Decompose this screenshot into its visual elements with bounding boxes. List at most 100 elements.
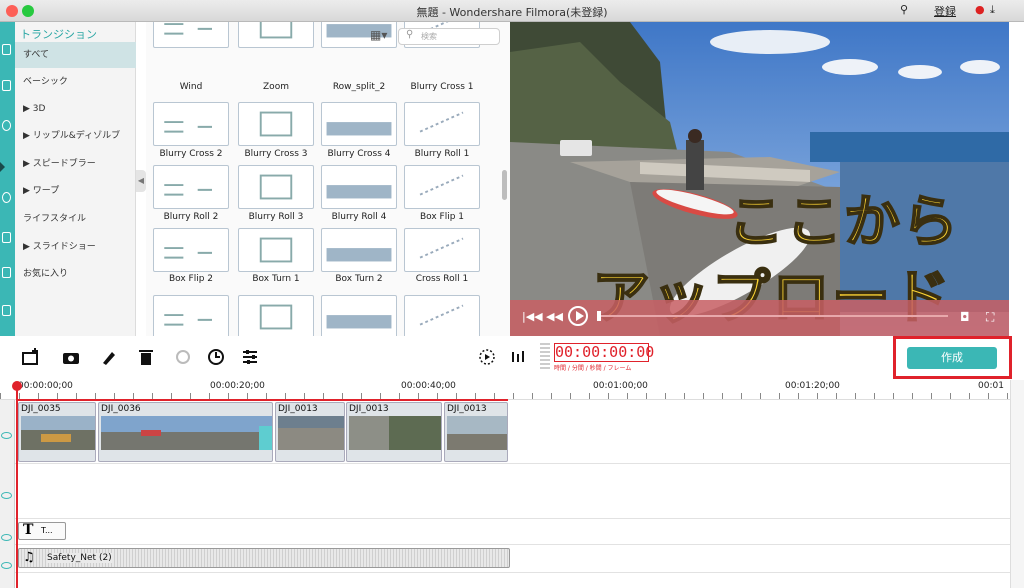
transition-thumbnail[interactable] bbox=[153, 228, 229, 272]
category-lifestyle[interactable]: ライフスタイル bbox=[15, 206, 136, 232]
category-favorites[interactable]: お気に入り bbox=[15, 261, 136, 287]
transition-thumbnail[interactable] bbox=[153, 22, 229, 48]
transition-thumbnail[interactable] bbox=[404, 228, 480, 272]
element-tab-icon[interactable] bbox=[2, 267, 11, 278]
transition-thumbnail[interactable] bbox=[238, 228, 314, 272]
timeline-scrollbar[interactable] bbox=[1010, 380, 1024, 588]
text-track[interactable] bbox=[15, 519, 1010, 545]
render-preview-icon[interactable] bbox=[478, 348, 496, 366]
playhead[interactable] bbox=[16, 383, 18, 588]
transition-label: Row_split_2 bbox=[332, 82, 386, 92]
category-warp[interactable]: ▶ ワープ bbox=[15, 178, 136, 204]
record-icon[interactable] bbox=[62, 348, 80, 366]
category-slideshow[interactable]: ▶ スライドショー bbox=[15, 234, 136, 260]
title-clip[interactable]: T T... bbox=[18, 522, 66, 540]
ruler-label: 00:01 bbox=[978, 381, 1004, 391]
adjust-sliders-icon[interactable] bbox=[241, 348, 259, 366]
playback-head[interactable] bbox=[597, 311, 601, 321]
title-bar: 無題 - Wondershare Filmora(未登録) ⚲ 登録 ● ⤓ bbox=[0, 0, 1024, 22]
effects-disabled-icon[interactable] bbox=[174, 348, 192, 366]
overlay-visibility-icon[interactable] bbox=[1, 492, 12, 499]
filter-tab-icon[interactable] bbox=[2, 192, 11, 203]
media-tabs-strip bbox=[0, 22, 15, 336]
snapshot-camera-icon[interactable]: ◘ bbox=[960, 310, 970, 324]
rewind-icon[interactable]: |◀◀ bbox=[522, 310, 543, 323]
ruler-label: 00:00:40;00 bbox=[401, 381, 456, 391]
add-track-icon[interactable] bbox=[22, 348, 40, 366]
filmora-window: 無題 - Wondershare Filmora(未登録) ⚲ 登録 ● ⤓ ト… bbox=[0, 0, 1024, 588]
timeline-ruler[interactable]: 00:00:00;00 00:00:20;00 00:00:40;00 00:0… bbox=[0, 380, 1010, 400]
transition-label: Box Flip 1 bbox=[419, 212, 465, 222]
video-clip[interactable]: DJI_0013 bbox=[444, 402, 508, 462]
transition-label: Blurry Roll 2 bbox=[163, 212, 219, 222]
category-all[interactable]: すべて bbox=[15, 42, 136, 68]
ruler-label: 00:00:20;00 bbox=[210, 381, 265, 391]
category-basic[interactable]: ベーシック bbox=[15, 69, 136, 95]
grid-scrollbar[interactable] bbox=[502, 170, 507, 200]
category-3d[interactable]: ▶ 3D bbox=[15, 96, 136, 122]
media-tab-icon[interactable] bbox=[2, 44, 11, 55]
search-icon: ⚲ bbox=[406, 29, 414, 40]
edit-pen-icon[interactable] bbox=[100, 348, 118, 366]
overlay-caption-line1: ここから bbox=[727, 189, 960, 256]
transition-thumbnail[interactable] bbox=[321, 165, 397, 209]
grid-view-toggle-icon[interactable]: ▦▾ bbox=[370, 28, 387, 42]
category-speed-blur[interactable]: ▶ スピードブラー bbox=[15, 151, 136, 177]
overlay-track[interactable] bbox=[15, 464, 1010, 519]
video-visibility-icon[interactable] bbox=[1, 432, 12, 439]
transition-thumbnail[interactable] bbox=[238, 165, 314, 209]
transition-label: Blurry Cross 1 bbox=[410, 82, 474, 92]
playhead-handle[interactable] bbox=[12, 381, 22, 391]
delete-icon[interactable] bbox=[137, 348, 155, 366]
ruler-label: 00:01:00;00 bbox=[593, 381, 648, 391]
step-back-icon[interactable]: ◀◀ bbox=[546, 310, 563, 323]
text-tab-icon[interactable] bbox=[2, 120, 11, 131]
transition-thumbnail[interactable] bbox=[238, 102, 314, 146]
video-clip[interactable]: DJI_0035 bbox=[18, 402, 96, 462]
timecode-display[interactable]: 00:00:00:00 bbox=[554, 343, 654, 362]
fullscreen-icon[interactable]: ⛶ bbox=[986, 310, 994, 325]
selection-range-bar bbox=[18, 399, 508, 401]
transition-thumbnail[interactable] bbox=[153, 295, 229, 336]
transition-thumbnail[interactable] bbox=[238, 295, 314, 336]
audio-clip-label: Safety_Net (2) bbox=[47, 553, 112, 563]
speed-clock-icon[interactable] bbox=[207, 348, 225, 366]
transition-thumbnail[interactable] bbox=[153, 102, 229, 146]
play-button[interactable] bbox=[568, 306, 588, 326]
transition-thumbnail[interactable] bbox=[153, 165, 229, 209]
category-ripple[interactable]: ▶ リップル&ディゾルブ bbox=[15, 123, 136, 149]
playback-progress[interactable] bbox=[598, 315, 948, 317]
video-clip[interactable]: DJI_0036 bbox=[98, 402, 273, 462]
transition-label: Blurry Roll 4 bbox=[331, 212, 387, 222]
video-clip[interactable]: DJI_0013 bbox=[346, 402, 442, 462]
preview-player: ここから アップロード |◀◀ ◀◀ ◘ ⛶ bbox=[510, 22, 1009, 336]
audio-visibility-icon[interactable] bbox=[1, 562, 12, 569]
transition-thumbnail[interactable] bbox=[238, 22, 314, 48]
overlay-tab-icon[interactable] bbox=[2, 232, 11, 243]
key-icon[interactable]: ⚲ bbox=[900, 3, 908, 16]
login-link[interactable]: 登録 bbox=[934, 3, 956, 19]
timecode-grip bbox=[540, 343, 550, 369]
audio-clip[interactable]: ♫ Safety_Net (2) bbox=[18, 548, 510, 568]
notification-icon[interactable]: ● bbox=[975, 3, 985, 16]
transition-thumbnail[interactable] bbox=[404, 165, 480, 209]
transition-thumbnail[interactable] bbox=[321, 102, 397, 146]
audio-mixer-icon[interactable] bbox=[510, 348, 528, 366]
transition-thumbnail[interactable] bbox=[321, 295, 397, 336]
video-clip[interactable]: DJI_0013 bbox=[275, 402, 345, 462]
title-clip-label: T... bbox=[41, 526, 53, 535]
create-export-button[interactable]: 作成 bbox=[907, 347, 997, 369]
transition-categories: トランジション すべて ベーシック ▶ 3D ▶ リップル&ディゾルブ ▶ スピ… bbox=[15, 22, 136, 336]
track-controls-strip bbox=[0, 400, 15, 588]
split-tab-icon[interactable] bbox=[2, 305, 11, 316]
transition-thumbnail[interactable] bbox=[404, 295, 480, 336]
transition-thumbnail[interactable] bbox=[404, 102, 480, 146]
timecode-caption: 時間 / 分間 / 秒間 / フレーム bbox=[554, 365, 632, 372]
ruler-label: 00:00:00;00 bbox=[18, 381, 73, 391]
download-icon[interactable]: ⤓ bbox=[990, 3, 995, 17]
text-visibility-icon[interactable] bbox=[1, 534, 12, 541]
transition-label: Blurry Cross 4 bbox=[327, 149, 391, 159]
transition-thumbnail[interactable] bbox=[321, 228, 397, 272]
collapse-panel-button[interactable]: ◀ bbox=[136, 170, 146, 192]
music-tab-icon[interactable] bbox=[2, 80, 11, 91]
